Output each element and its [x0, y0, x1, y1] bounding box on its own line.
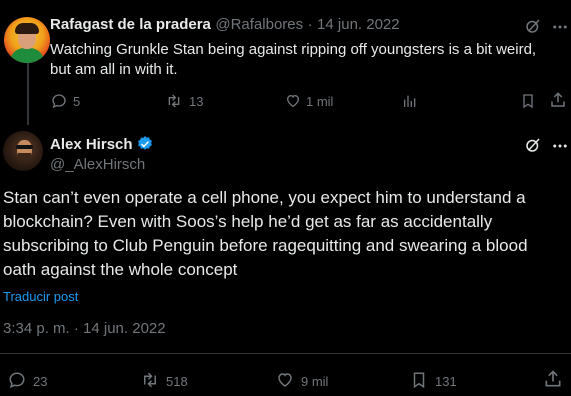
main-text-line: oath against the whole concept: [3, 260, 238, 279]
retweet-count: 13: [189, 94, 204, 109]
views-icon[interactable]: [402, 92, 418, 110]
verified-badge-icon[interactable]: [136, 135, 154, 153]
more-options-icon[interactable]: [551, 18, 569, 36]
retweet-count: 518: [166, 374, 188, 389]
translate-post-link[interactable]: Traducir post: [3, 289, 78, 304]
share-icon[interactable]: [543, 369, 563, 389]
reply-separator: ·: [307, 16, 313, 33]
reply-icon[interactable]: [51, 93, 67, 109]
main-author-name-row: Alex Hirsch: [50, 135, 154, 153]
reply-count: 23: [33, 374, 48, 389]
bookmark-icon[interactable]: [520, 92, 536, 110]
reply-icon[interactable]: [7, 371, 27, 389]
like-icon[interactable]: [275, 371, 295, 389]
main-author-name[interactable]: Alex Hirsch: [50, 136, 133, 153]
divider: [0, 353, 571, 354]
like-count: 1 mil: [306, 94, 334, 109]
share-icon[interactable]: [549, 91, 567, 109]
reply-author-handle[interactable]: @Rafalbores: [215, 16, 303, 33]
grok-icon[interactable]: [524, 136, 542, 154]
reply-author-avatar[interactable]: [4, 17, 50, 63]
main-text-line: blockchain? Even with Soos’s help he’d g…: [3, 212, 493, 231]
thread-line: [27, 60, 29, 125]
main-tweet-text: Stan can’t even operate a cell phone, yo…: [3, 186, 569, 282]
retweet-icon[interactable]: [165, 93, 183, 109]
grok-icon[interactable]: [524, 17, 542, 35]
main-author-avatar[interactable]: [3, 131, 43, 171]
more-options-icon[interactable]: [551, 137, 569, 155]
bookmark-icon[interactable]: [410, 370, 428, 390]
reply-text-line: Watching Grunkle Stan being against ripp…: [50, 41, 537, 58]
main-text-line: subscribing to Club Penguin before rageq…: [3, 236, 528, 255]
like-count: 9 mil: [301, 374, 329, 389]
retweet-icon[interactable]: [140, 371, 160, 389]
reply-count: 5: [73, 94, 81, 109]
reply-tweet-text: Watching Grunkle Stan being against ripp…: [50, 40, 565, 80]
bookmark-count: 131: [435, 374, 457, 389]
reply-date[interactable]: 14 jun. 2022: [317, 16, 400, 33]
post-timestamp[interactable]: 3:34 p. m. · 14 jun. 2022: [3, 320, 166, 337]
like-icon[interactable]: [284, 93, 302, 109]
reply-text-line: but am all in with it.: [50, 61, 178, 78]
reply-author-name[interactable]: Rafagast de la pradera: [50, 16, 211, 33]
main-author-handle[interactable]: @_AlexHirsch: [50, 156, 145, 173]
reply-header: Rafagast de la pradera @Rafalbores · 14 …: [50, 16, 400, 34]
main-text-line: Stan can’t even operate a cell phone, yo…: [3, 188, 526, 207]
